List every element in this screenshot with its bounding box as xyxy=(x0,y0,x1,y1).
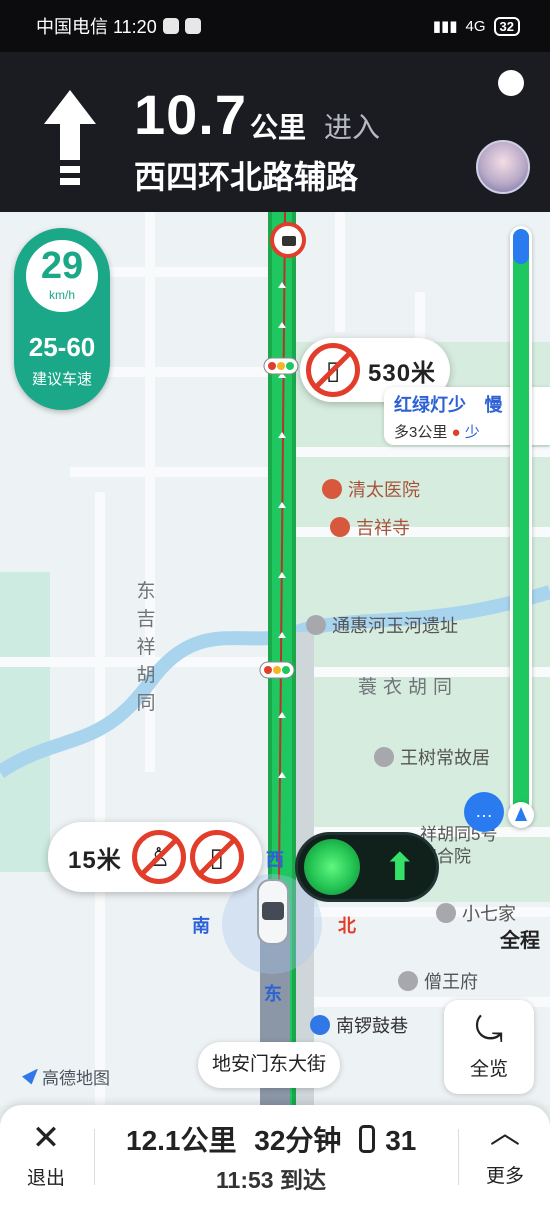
chevron-up-icon: ︿ xyxy=(490,1117,520,1150)
more-label: 更多 xyxy=(485,1166,524,1187)
voice-avatar[interactable] xyxy=(476,140,530,194)
no-phone-icon: ▯ xyxy=(189,830,244,884)
alt-route-less: 少 xyxy=(464,424,480,441)
divider xyxy=(458,1129,459,1185)
street-dongjixiang: 东吉祥胡同 xyxy=(136,581,156,714)
traffic-light-count: 31 xyxy=(385,1125,417,1156)
progress-remaining xyxy=(513,229,529,813)
hospital-icon xyxy=(322,479,342,499)
navigation-header: 10.7 公里 进入 西四环北路辅路 xyxy=(0,52,550,212)
maneuver-distance: 10.7 xyxy=(134,83,247,146)
direction-west: 西 xyxy=(266,850,284,870)
more-button[interactable]: ︿ 更多 xyxy=(478,1119,532,1188)
maneuver-distance-unit: 公里 xyxy=(250,112,307,143)
poi-wangshuchang[interactable]: 王树常故居 xyxy=(374,744,490,770)
route-overview-icon: ⤿ xyxy=(474,1011,504,1049)
landmark-icon xyxy=(398,971,418,991)
traffic-light-count-icon xyxy=(359,1125,376,1153)
poi-nanluoguxiang[interactable]: 南锣鼓巷 xyxy=(310,1012,408,1038)
no-phone-distance: 530米 xyxy=(368,359,437,387)
warning-distance: 15米 xyxy=(68,846,122,874)
amap-logo-icon xyxy=(22,1068,38,1085)
street-suoyi: 蓑衣胡同 xyxy=(358,677,459,698)
exit-button[interactable]: ✕ 退出 xyxy=(20,1121,72,1190)
arrival-time: 11:53 到达 xyxy=(216,1167,326,1193)
full-route-label[interactable]: 全程 xyxy=(500,924,540,953)
app-notification-icon xyxy=(184,18,201,34)
speed-widget[interactable]: 29 km/h 25-60 建议车速 xyxy=(14,228,110,410)
current-speed-circle: 29 km/h xyxy=(22,236,102,316)
scenic-icon xyxy=(310,1015,330,1035)
poi-qingtai-hospital[interactable]: 清太医院 xyxy=(322,476,420,502)
divider xyxy=(94,1129,95,1185)
close-icon: ✕ xyxy=(31,1119,61,1157)
poi-sengwangfu[interactable]: 僧王府 xyxy=(398,968,478,994)
suggested-speed-label: 建议车速 xyxy=(31,371,92,388)
voice-broadcast-icon[interactable] xyxy=(498,70,524,96)
wechat-icon xyxy=(162,18,179,34)
remaining-distance: 12.1公里 xyxy=(126,1125,237,1156)
direction-south: 南 xyxy=(192,916,210,936)
straight-arrow-icon: ⬆ xyxy=(384,846,416,889)
landmark-icon xyxy=(306,615,326,635)
straight-arrow-icon xyxy=(44,90,96,185)
route-progress-bar xyxy=(510,226,532,816)
alt-route-title: 红绿灯少 xyxy=(394,395,466,415)
traffic-light-panel: ⬆ xyxy=(295,832,439,902)
next-road-name: 西四环北路辅路 xyxy=(134,159,359,195)
temple-icon xyxy=(330,517,350,537)
poi-label: 南锣鼓巷 xyxy=(336,1016,408,1036)
trip-summary: 12.1公里 32分钟 31 xyxy=(126,1119,426,1159)
remaining-duration: 32分钟 xyxy=(254,1125,342,1156)
direction-east: 东 xyxy=(264,984,282,1004)
map-brand: 高德地图 xyxy=(22,1064,110,1089)
bottom-warning-callout: 15米 ♙ ▯ xyxy=(48,822,262,892)
current-position-icon xyxy=(508,802,534,828)
overview-button[interactable]: ⤿ 全览 xyxy=(444,1000,534,1094)
speed-camera-icon xyxy=(270,222,306,258)
maneuver-action: 进入 xyxy=(324,112,381,143)
trip-bottom-bar: ✕ 退出 12.1公里 32分钟 31 11:53 到达 ︿ 更多 xyxy=(0,1105,550,1213)
battery-indicator: 32 xyxy=(493,16,520,36)
alt-route-slow: 慢 xyxy=(484,395,503,415)
map-view[interactable]: 29 km/h 25-60 建议车速 ▯ 530米 红绿灯少 慢 多3公里 ● … xyxy=(0,212,550,1105)
alt-route-extra-distance: 多3公里 xyxy=(394,424,448,441)
seatbelt-warning-icon: ♙ xyxy=(131,830,186,884)
landmark-icon xyxy=(436,903,456,923)
traffic-light-icon: ● xyxy=(451,424,461,441)
network-label: 4G xyxy=(465,17,486,35)
suggested-speed-range: 25-60 xyxy=(28,332,96,362)
current-speed: 29 xyxy=(40,245,84,287)
map-brand-label: 高德地图 xyxy=(42,1069,110,1088)
poi-label: 清太医院 xyxy=(348,480,420,500)
message-icon[interactable]: … xyxy=(464,792,504,832)
current-road-name: 地安门东大街 xyxy=(198,1042,341,1088)
signal-icon: ▮▮▮ xyxy=(432,18,458,35)
poi-label: 吉祥寺 xyxy=(356,518,410,538)
speed-unit: km/h xyxy=(48,288,75,302)
green-light-icon xyxy=(304,839,360,895)
carrier-time: 中国电信 11:20 xyxy=(36,17,157,37)
status-bar: 中国电信 11:20 ▮▮▮ 4G 32 xyxy=(0,0,550,52)
poi-jixiang-temple[interactable]: 吉祥寺 xyxy=(330,514,410,540)
poi-xiaoqijia[interactable]: 小七家 xyxy=(436,900,516,926)
poi-label: 王树常故居 xyxy=(400,748,490,768)
progress-done xyxy=(513,229,529,265)
landmark-icon xyxy=(374,747,394,767)
exit-label: 退出 xyxy=(26,1168,65,1189)
overview-label: 全览 xyxy=(469,1059,508,1080)
poi-label: 僧王府 xyxy=(424,972,478,992)
poi-tonghui-river[interactable]: 通惠河玉河遗址 xyxy=(306,612,458,638)
poi-label: 通惠河玉河遗址 xyxy=(332,616,458,636)
poi-label: 小七家 xyxy=(462,904,516,924)
direction-north: 北 xyxy=(338,916,356,936)
no-phone-icon: ▯ xyxy=(306,343,360,397)
